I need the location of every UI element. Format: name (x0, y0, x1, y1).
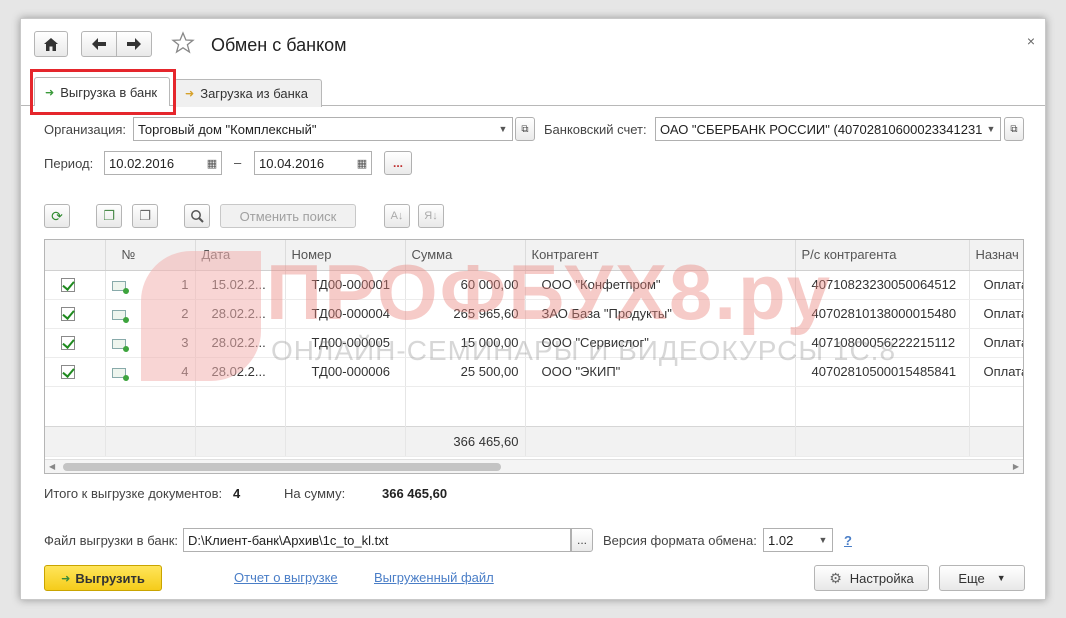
payment-document-icon (111, 280, 129, 294)
sort-desc-button[interactable]: Я↓ (418, 204, 444, 228)
open-form-icon: ⧉ (521, 123, 529, 135)
help-link[interactable]: ? (844, 533, 852, 548)
search-icon (191, 210, 204, 223)
col-purpose[interactable]: Назнач (969, 240, 1023, 271)
format-version-label: Версия формата обмена: (603, 533, 757, 548)
row-purpose: Оплата (969, 270, 1023, 300)
payment-document-icon (111, 338, 129, 352)
docs-count-value: 4 (233, 486, 241, 501)
row-checkbox[interactable] (61, 365, 75, 380)
table-total-row: 366 465,60 (45, 425, 1023, 457)
version-dropdown-button[interactable]: ▼ (813, 529, 833, 551)
more-button[interactable]: Еще ▼ (939, 565, 1025, 591)
watermark-logo (141, 251, 261, 381)
payment-document-icon (111, 309, 129, 323)
row-purpose: Оплата (969, 299, 1023, 329)
forward-button[interactable] (116, 31, 152, 57)
back-button[interactable] (81, 31, 117, 57)
sum-label: На сумму: (284, 486, 346, 501)
import-arrow-icon: ➜ (185, 88, 195, 100)
scroll-right-icon[interactable]: ▶ (1013, 460, 1019, 473)
bank-open-button[interactable]: ⧉ (1004, 117, 1024, 141)
sort-desc-icon: Я↓ (424, 210, 438, 222)
exchange-window: Обмен с банком × ➜ Выгрузка в банк ➜ Заг… (20, 18, 1046, 600)
refresh-icon: ⟳ (51, 207, 63, 224)
settings-button[interactable]: ⚙ Настройка (814, 565, 929, 591)
period-dash: – (234, 155, 242, 170)
search-button[interactable] (184, 204, 210, 228)
favorite-star-icon[interactable] (171, 31, 195, 58)
col-check[interactable] (45, 240, 106, 271)
sort-asc-button[interactable]: A↓ (384, 204, 410, 228)
row-purpose: Оплата (969, 357, 1023, 387)
exported-file-link[interactable]: Выгруженный файл (374, 570, 494, 585)
bank-dropdown-button[interactable]: ▼ (981, 118, 1001, 140)
scrollbar-thumb[interactable] (63, 463, 501, 471)
dropdown-arrow-icon: ▼ (986, 124, 996, 134)
period-label: Период: (44, 156, 94, 171)
export-arrow-icon: ➜ (61, 572, 71, 585)
calendar-from-button[interactable]: ▦ (202, 152, 222, 174)
horizontal-scrollbar[interactable]: ◀ ▶ (45, 459, 1023, 473)
select-all-button[interactable]: ❐ (96, 204, 122, 228)
tab-import-label: Загрузка из банка (200, 86, 308, 101)
org-value: Торговый дом "Комплексный" (138, 121, 317, 137)
row-purpose: Оплата (969, 328, 1023, 358)
unselect-all-button[interactable]: ❐ (132, 204, 158, 228)
calendar-to-button[interactable]: ▦ (352, 152, 372, 174)
calendar-icon: ▦ (356, 157, 368, 170)
gear-icon: ⚙ (829, 569, 842, 586)
org-label: Организация: (44, 122, 127, 137)
open-form-icon: ⧉ (1010, 123, 1018, 135)
export-file-value: D:\Клиент-банк\Архив\1c_to_kl.txt (188, 532, 389, 548)
cancel-search-button[interactable]: Отменить поиск (220, 204, 356, 228)
export-button-label: Выгрузить (75, 570, 145, 586)
calendar-icon: ▦ (206, 157, 218, 170)
dropdown-arrow-icon: ▼ (818, 535, 828, 545)
export-file-label: Файл выгрузки в банк: (44, 533, 179, 548)
sum-value: 366 465,60 (382, 486, 448, 501)
dropdown-arrow-icon: ▼ (498, 124, 508, 134)
refresh-button[interactable]: ⟳ (44, 204, 70, 228)
bank-account-field[interactable]: ОАО "СБЕРБАНК РОССИИ" (40702810600023341… (655, 117, 1001, 141)
period-from-value: 10.02.2016 (109, 155, 175, 171)
export-file-field[interactable]: D:\Клиент-банк\Архив\1c_to_kl.txt (183, 528, 571, 552)
bank-account-value: ОАО "СБЕРБАНК РОССИИ" (40702810600023341… (660, 121, 983, 137)
close-icon[interactable]: × (1027, 33, 1035, 49)
org-field[interactable]: Торговый дом "Комплексный" (133, 117, 513, 141)
browse-file-button[interactable]: ... (571, 528, 593, 552)
report-link[interactable]: Отчет о выгрузке (234, 570, 338, 585)
org-open-button[interactable]: ⧉ (515, 117, 535, 141)
window-title: Обмен с банком (211, 35, 347, 55)
arrow-right-icon (127, 38, 141, 50)
tab-import[interactable]: ➜ Загрузка из банка (174, 79, 322, 107)
export-button[interactable]: ➜ Выгрузить (44, 565, 162, 591)
check-all-icon: ❐ (103, 208, 115, 223)
watermark-subtitle: ОНЛАЙН-СЕМИНАРЫ И ВИДЕОКУРСЫ 1С:8 (271, 335, 897, 366)
format-version-value: 1.02 (768, 532, 794, 548)
home-button[interactable] (34, 31, 68, 57)
more-button-label: Еще (958, 570, 985, 586)
period-select-button[interactable]: ... (384, 151, 412, 175)
uncheck-all-icon: ❐ (139, 208, 151, 223)
scroll-left-icon[interactable]: ◀ (49, 460, 55, 473)
home-icon (44, 37, 58, 51)
org-dropdown-button[interactable]: ▼ (493, 118, 513, 140)
docs-count-label: Итого к выгрузке документов: (44, 486, 223, 501)
payment-document-icon (111, 367, 129, 381)
highlight-frame (30, 69, 176, 115)
settings-button-label: Настройка (849, 570, 914, 586)
period-to-value: 10.04.2016 (259, 155, 325, 171)
arrow-left-icon (92, 38, 106, 50)
row-checkbox[interactable] (61, 307, 75, 322)
chevron-down-icon: ▼ (996, 573, 1006, 583)
total-sum: 366 465,60 (405, 425, 526, 457)
row-checkbox[interactable] (61, 336, 75, 351)
table-empty-space (45, 386, 1023, 426)
row-checkbox[interactable] (61, 278, 75, 293)
watermark-text: ПРОФБУХ8.ру (266, 248, 833, 336)
sort-asc-icon: A↓ (390, 210, 404, 222)
bank-account-label: Банковский счет: (544, 122, 647, 137)
